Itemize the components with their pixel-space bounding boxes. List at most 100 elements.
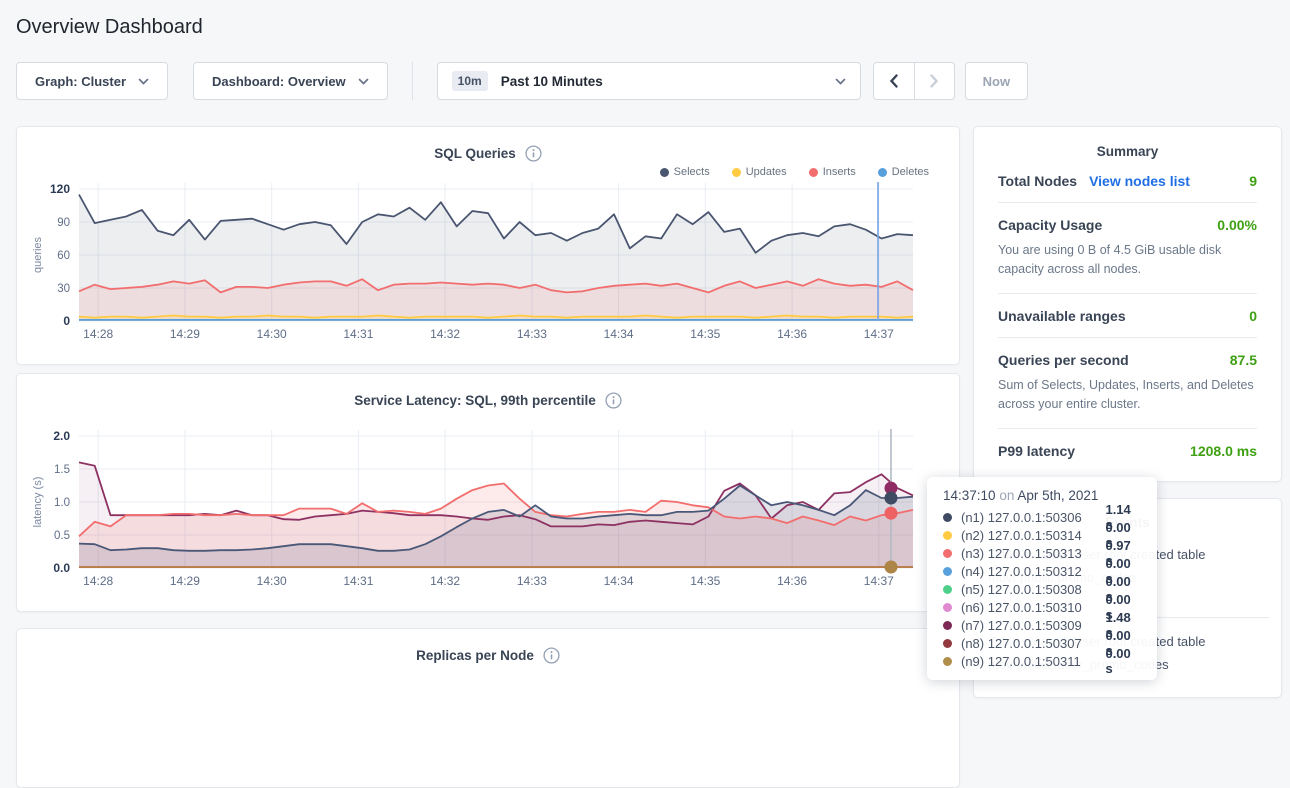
svg-text:90: 90 — [57, 217, 70, 229]
service-latency-legend-spacer — [17, 409, 959, 426]
graph-dropdown[interactable]: Graph: Cluster — [16, 62, 168, 100]
series-dot-icon — [943, 657, 952, 666]
time-forward-button[interactable] — [914, 63, 954, 99]
summary-row-label: Queries per second — [998, 352, 1129, 368]
legend-dot-icon — [878, 168, 887, 177]
summary-rows: Total NodesView nodes list9Capacity Usag… — [998, 159, 1257, 472]
series-dot-icon — [943, 603, 952, 612]
time-back-button[interactable] — [874, 63, 914, 99]
tooltip-node-label: (n6) 127.0.0.1:50310 — [961, 600, 1105, 615]
now-button[interactable]: Now — [965, 62, 1028, 100]
tooltip-node-label: (n7) 127.0.0.1:50309 — [961, 618, 1105, 633]
svg-text:1.5: 1.5 — [54, 464, 70, 476]
controls-divider — [412, 62, 413, 100]
svg-text:14:34: 14:34 — [604, 574, 634, 588]
chart-tooltip: 14:37:10 on Apr 5th, 2021 (n1) 127.0.0.1… — [927, 477, 1157, 680]
summary-row-label: P99 latency — [998, 443, 1075, 459]
legend-dot-icon — [660, 168, 669, 177]
tooltip-node-value: 0.00 s — [1105, 646, 1141, 676]
svg-text:0.0: 0.0 — [53, 561, 70, 575]
summary-row-value: 0.00% — [1217, 217, 1257, 233]
time-range-badge: 10m — [452, 71, 488, 91]
legend-dot-icon — [809, 168, 818, 177]
svg-text:0: 0 — [63, 314, 70, 328]
svg-text:14:30: 14:30 — [257, 574, 287, 588]
summary-row-subtext: Sum of Selects, Updates, Inserts, and De… — [998, 376, 1257, 415]
tooltip-node-label: (n3) 127.0.0.1:50313 — [961, 546, 1105, 561]
svg-text:14:34: 14:34 — [604, 327, 634, 341]
legend-label: Updates — [746, 166, 787, 178]
svg-text:14:37: 14:37 — [864, 574, 894, 588]
page-title: Overview Dashboard — [0, 0, 1290, 39]
replicas-per-node-title: Replicas per Node — [416, 648, 534, 663]
series-dot-icon — [943, 567, 952, 576]
view-nodes-link[interactable]: View nodes list — [1089, 173, 1190, 189]
svg-text:120: 120 — [50, 182, 70, 196]
svg-text:14:33: 14:33 — [517, 574, 547, 588]
chevron-right-icon — [929, 74, 939, 88]
summary-row: Total NodesView nodes list9 — [998, 159, 1257, 203]
chevron-down-icon — [138, 78, 149, 85]
sql-queries-title: SQL Queries — [434, 146, 516, 161]
tooltip-rows: (n1) 127.0.0.1:50306 1.14 s (n2) 127.0.0… — [943, 508, 1141, 670]
summary-row: Unavailable ranges 0 — [998, 294, 1257, 338]
legend-item-selects[interactable]: Selects — [660, 166, 710, 178]
series-dot-icon — [943, 639, 952, 648]
svg-text:60: 60 — [57, 250, 70, 262]
legend-label: Deletes — [892, 166, 929, 178]
svg-text:14:37: 14:37 — [864, 327, 894, 341]
summary-row-value: 1208.0 ms — [1190, 443, 1257, 459]
service-latency-chart[interactable]: 14:2814:2914:3014:3114:3214:3314:3414:35… — [17, 426, 929, 598]
controls-bar: Graph: Cluster Dashboard: Overview 10m P… — [16, 62, 1274, 100]
svg-text:14:36: 14:36 — [777, 327, 807, 341]
chevron-down-icon — [358, 78, 369, 85]
tooltip-node-label: (n1) 127.0.0.1:50306 — [961, 510, 1105, 525]
series-dot-icon — [943, 531, 952, 540]
tooltip-node-label: (n8) 127.0.0.1:50307 — [961, 636, 1105, 651]
legend-item-updates[interactable]: Updates — [732, 166, 787, 178]
service-latency-panel: Service Latency: SQL, 99th percentile 14… — [16, 373, 960, 612]
summary-row-value: 0 — [1249, 308, 1257, 324]
legend-item-inserts[interactable]: Inserts — [809, 166, 856, 178]
summary-row-label: Capacity Usage — [998, 217, 1102, 233]
summary-row: P99 latency 1208.0 ms — [998, 429, 1257, 472]
chevron-down-icon — [835, 78, 846, 85]
tooltip-row: (n9) 127.0.0.1:50311 0.00 s — [943, 652, 1141, 670]
sql-queries-chart[interactable]: 14:2814:2914:3014:3114:3214:3314:3414:35… — [17, 179, 929, 351]
sql-queries-legend: Selects Updates Inserts Deletes — [17, 162, 959, 179]
graph-dropdown-label: Graph: Cluster — [35, 74, 126, 89]
time-range-picker[interactable]: 10m Past 10 Minutes — [437, 62, 861, 100]
tooltip-timestamp: 14:37:10 on Apr 5th, 2021 — [943, 488, 1141, 503]
chevron-left-icon — [889, 74, 899, 88]
info-icon[interactable] — [543, 647, 560, 664]
service-latency-title: Service Latency: SQL, 99th percentile — [354, 393, 596, 408]
series-dot-icon — [943, 513, 952, 522]
svg-text:14:35: 14:35 — [690, 327, 720, 341]
svg-text:14:35: 14:35 — [690, 574, 720, 588]
series-dot-icon — [943, 621, 952, 630]
svg-text:queries: queries — [32, 236, 44, 273]
svg-text:30: 30 — [57, 283, 70, 295]
tooltip-node-label: (n4) 127.0.0.1:50312 — [961, 564, 1105, 579]
tooltip-node-label: (n5) 127.0.0.1:50308 — [961, 582, 1105, 597]
svg-text:2.0: 2.0 — [53, 429, 70, 443]
dashboard-dropdown[interactable]: Dashboard: Overview — [193, 62, 388, 100]
svg-text:1.0: 1.0 — [54, 497, 70, 509]
svg-text:14:29: 14:29 — [170, 327, 200, 341]
series-dot-icon — [943, 549, 952, 558]
svg-text:0.5: 0.5 — [54, 530, 70, 542]
summary-row-label: Unavailable ranges — [998, 308, 1126, 324]
svg-text:14:32: 14:32 — [430, 574, 460, 588]
legend-dot-icon — [732, 168, 741, 177]
svg-text:14:29: 14:29 — [170, 574, 200, 588]
time-step-buttons — [873, 62, 955, 100]
overview-dashboard-page: Overview Dashboard Graph: Cluster Dashbo… — [0, 0, 1290, 689]
svg-text:14:31: 14:31 — [343, 327, 373, 341]
tooltip-node-label: (n9) 127.0.0.1:50311 — [961, 654, 1105, 669]
series-dot-icon — [943, 585, 952, 594]
svg-text:14:32: 14:32 — [430, 327, 460, 341]
info-icon[interactable] — [605, 392, 622, 409]
info-icon[interactable] — [525, 145, 542, 162]
legend-item-deletes[interactable]: Deletes — [878, 166, 929, 178]
summary-row-value: 9 — [1249, 173, 1257, 189]
